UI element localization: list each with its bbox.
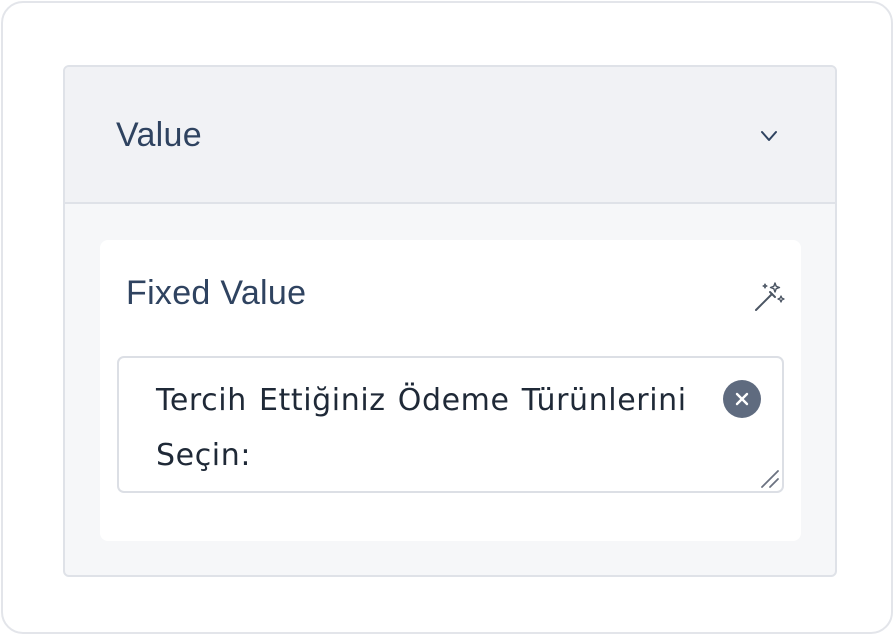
panel-header[interactable]: Value (65, 67, 835, 204)
fixed-value-card: Fixed Value Tercih Ettiğiniz Ödeme Türün… (100, 240, 801, 541)
chevron-down-icon[interactable] (757, 124, 781, 148)
textarea-value[interactable]: Tercih Ettiğiniz Ödeme Türünlerini Seçin… (156, 373, 716, 483)
fixed-value-textarea[interactable]: Tercih Ettiğiniz Ödeme Türünlerini Seçin… (117, 356, 784, 493)
panel-title: Value (116, 116, 202, 154)
field-label: Fixed Value (126, 274, 307, 312)
clear-button[interactable] (723, 380, 761, 418)
value-panel: Value Fixed Value Tercih Ettiğiniz Ödeme… (63, 65, 837, 577)
resize-handle-icon[interactable] (758, 467, 780, 489)
close-icon (735, 392, 749, 406)
magic-wand-icon[interactable] (752, 280, 786, 314)
window-frame: Value Fixed Value Tercih Ettiğiniz Ödeme… (1, 1, 893, 634)
